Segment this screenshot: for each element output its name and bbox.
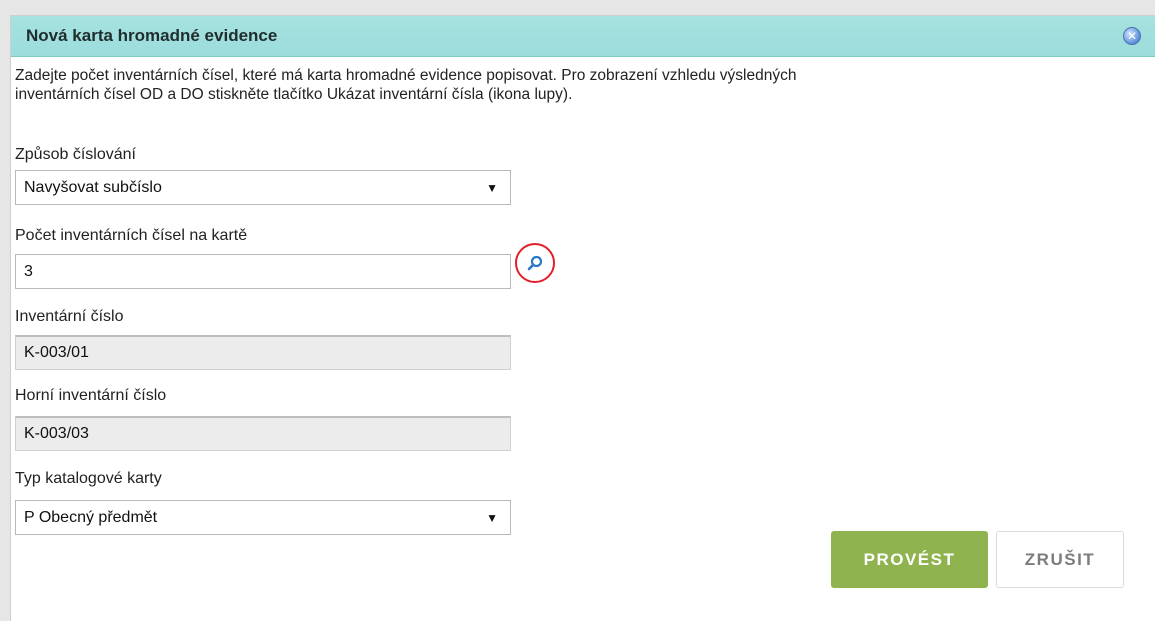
dropdown-arrow-icon: ▼ xyxy=(486,511,498,525)
upper-inv-number-value: K-003/03 xyxy=(24,425,89,442)
dialog-title: Nová karta hromadné evidence xyxy=(26,26,278,45)
intro-line-2: inventárních čísel OD a DO stiskněte tla… xyxy=(15,86,573,103)
count-input-value: 3 xyxy=(24,262,33,280)
catalog-type-select-value: P Obecný předmět xyxy=(24,508,158,526)
dropdown-arrow-icon: ▼ xyxy=(486,181,498,195)
upper-inv-number-field: K-003/03 xyxy=(15,416,511,451)
intro-line-1: Zadejte počet inventárních čísel, které … xyxy=(15,67,797,84)
count-label: Počet inventárních čísel na kartě xyxy=(15,227,248,244)
count-input[interactable]: 3 xyxy=(15,254,511,289)
catalog-type-label: Typ katalogové karty xyxy=(15,470,162,487)
dialog-titlebar: Nová karta hromadné evidence ✕ xyxy=(11,16,1155,57)
numbering-label: Způsob číslování xyxy=(15,146,136,163)
inv-number-field: K-003/01 xyxy=(15,335,511,370)
inv-number-value: K-003/01 xyxy=(24,344,89,361)
show-inventory-numbers-button[interactable] xyxy=(515,243,555,283)
numbering-select[interactable]: Navyšovat subčíslo ▼ xyxy=(15,170,511,205)
magnifier-icon xyxy=(527,255,543,271)
confirm-button[interactable]: PROVÉST xyxy=(831,531,988,588)
inv-number-label: Inventární číslo xyxy=(15,308,124,325)
upper-inv-number-label: Horní inventární číslo xyxy=(15,387,167,404)
catalog-type-select[interactable]: P Obecný předmět ▼ xyxy=(15,500,511,535)
close-icon[interactable]: ✕ xyxy=(1123,27,1141,45)
cancel-button[interactable]: ZRUŠIT xyxy=(996,531,1124,588)
intro-text: Zadejte počet inventárních čísel, které … xyxy=(15,66,1115,104)
numbering-select-value: Navyšovat subčíslo xyxy=(24,178,162,196)
